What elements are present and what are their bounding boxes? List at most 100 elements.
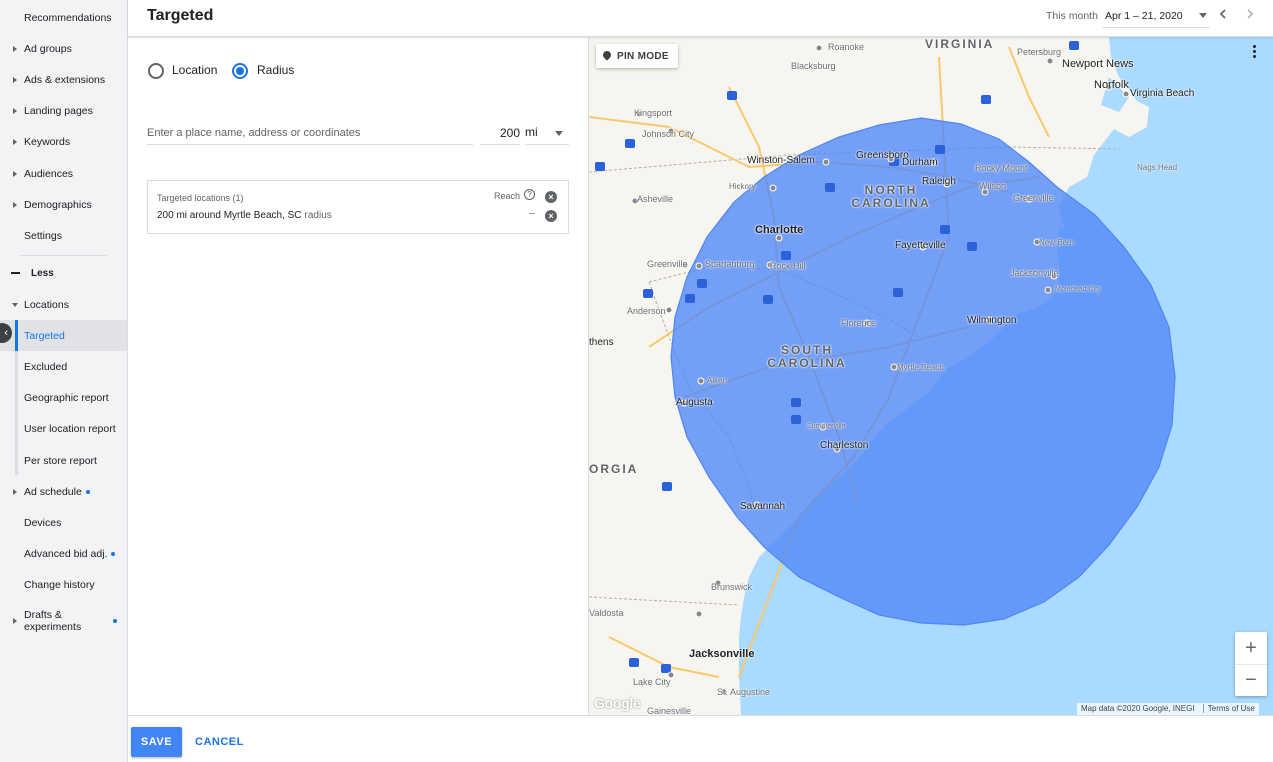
map-view[interactable]: VIRGINIA NORTH CAROLINA SOUTH CAROLINA O… bbox=[588, 37, 1273, 715]
date-range-picker[interactable]: Apr 1 – 21, 2020 bbox=[1105, 10, 1183, 22]
map-label-city: Winston-Salem bbox=[747, 155, 815, 166]
zoom-out-button[interactable]: − bbox=[1235, 664, 1267, 696]
sidebar-item-recommendations[interactable]: Recommendations bbox=[0, 2, 127, 33]
map-label-city: Greenville bbox=[647, 259, 688, 269]
map-label-city: Augusta bbox=[676, 397, 713, 408]
sidebar-item-label: Ads & extensions bbox=[24, 73, 106, 86]
chevron-right-icon bbox=[13, 618, 17, 624]
map-label-city: Greensboro bbox=[856, 150, 909, 161]
page-title: Targeted bbox=[147, 7, 214, 24]
sidebar-item-keywords[interactable]: Keywords bbox=[0, 126, 127, 157]
help-icon[interactable]: ? bbox=[524, 189, 535, 200]
place-search-input[interactable] bbox=[147, 121, 473, 145]
map-label-city: Rocky Mount bbox=[975, 163, 1028, 173]
notification-dot-icon bbox=[113, 619, 117, 623]
zoom-in-button[interactable]: + bbox=[1235, 632, 1267, 664]
sidebar-item-excluded[interactable]: Excluded bbox=[0, 351, 127, 382]
sidebar-item-label: Ad schedule bbox=[24, 485, 82, 498]
map-label-city: Norfolk bbox=[1094, 79, 1129, 91]
chevron-down-icon[interactable] bbox=[1199, 13, 1207, 18]
chevron-down-icon bbox=[12, 302, 18, 307]
map-label-city: Raleigh bbox=[922, 176, 956, 187]
sidebar-item-label: Excluded bbox=[24, 360, 68, 373]
radius-value-input[interactable] bbox=[480, 121, 520, 145]
sidebar-item-ad-groups[interactable]: Ad groups bbox=[0, 33, 127, 64]
sidebar-item-landing-pages[interactable]: Landing pages bbox=[0, 95, 127, 126]
cancel-button[interactable]: CANCEL bbox=[190, 727, 249, 757]
sidebar-item-audiences[interactable]: Audiences bbox=[0, 158, 127, 189]
map-label-city: Fayetteville bbox=[895, 240, 946, 251]
targeted-location-type: radius bbox=[304, 210, 332, 221]
sidebar-item-label: Targeted bbox=[24, 329, 65, 342]
map-label-state: ORGIA bbox=[589, 462, 639, 476]
sidebar-item-drafts-experiments[interactable]: Drafts & experiments bbox=[0, 605, 127, 637]
sidebar-item-user-location-report[interactable]: User location report bbox=[0, 413, 127, 444]
sidebar-item-label: Change history bbox=[24, 578, 95, 591]
sidebar-item-label: Drafts & bbox=[24, 609, 62, 621]
sidebar-item-label: Locations bbox=[24, 298, 69, 311]
chevron-down-icon bbox=[555, 131, 563, 136]
radius-unit-select[interactable]: mi bbox=[525, 121, 569, 145]
sidebar-item-devices[interactable]: Devices bbox=[0, 507, 127, 538]
sidebar-item-targeted[interactable]: Targeted bbox=[0, 320, 127, 351]
map-label-city: Gainesville bbox=[647, 706, 692, 715]
map-label-city: Newport News bbox=[1062, 58, 1134, 70]
sidebar-item-label: Landing pages bbox=[24, 104, 93, 117]
targeted-location-text: 200 mi around Myrtle Beach, SC bbox=[157, 210, 302, 221]
sidebar-item-change-history[interactable]: Change history bbox=[0, 569, 127, 600]
sidebar-item-demographics[interactable]: Demographics bbox=[0, 189, 127, 220]
terms-link[interactable]: Terms of Use bbox=[1202, 704, 1255, 713]
more-options-icon[interactable] bbox=[1253, 45, 1257, 60]
chevron-right-icon bbox=[1247, 9, 1254, 19]
sidebar-item-label: User location report bbox=[24, 422, 116, 435]
notification-dot-icon bbox=[111, 551, 116, 556]
app-root: Recommendations Ad groups Ads & extensio… bbox=[0, 0, 1273, 762]
map-label-city: Roanoke bbox=[828, 42, 865, 52]
map-label-state: NORTH CAROLINA bbox=[851, 183, 931, 210]
map-label-city: Lake City bbox=[633, 677, 671, 687]
sidebar-less-toggle[interactable]: Less bbox=[0, 262, 127, 284]
targeted-location-reach: – bbox=[529, 208, 535, 219]
sidebar-item-settings[interactable]: Settings bbox=[0, 220, 127, 251]
map-label-city: Valdosta bbox=[589, 608, 624, 618]
sidebar-item-locations[interactable]: Locations bbox=[0, 289, 127, 320]
clear-all-icon[interactable]: × bbox=[545, 191, 557, 203]
notification-dot-icon bbox=[85, 489, 90, 494]
radius-radio-label[interactable]: Radius bbox=[257, 63, 294, 77]
previous-period-button[interactable] bbox=[1217, 7, 1229, 24]
map-label-city: Virginia Beach bbox=[1130, 88, 1195, 99]
map-label-city: Florence bbox=[841, 318, 877, 328]
map-label-city: Durham bbox=[902, 157, 938, 168]
map-label-state: VIRGINIA bbox=[925, 37, 995, 51]
sidebar-item-label: Per store report bbox=[24, 454, 97, 467]
remove-location-icon[interactable]: × bbox=[545, 210, 557, 222]
sidebar-item-ad-schedule[interactable]: Ad schedule bbox=[0, 476, 127, 507]
map-attribution: Map data ©2020 Google, INEGI Terms of Us… bbox=[1077, 703, 1259, 715]
google-logo: Google bbox=[594, 695, 641, 711]
minus-icon bbox=[11, 272, 20, 274]
sidebar-item-ads-extensions[interactable]: Ads & extensions bbox=[0, 64, 127, 95]
chevron-left-icon: ‹ bbox=[4, 327, 8, 339]
chevron-right-icon bbox=[13, 45, 17, 52]
map-label-city: Summerville bbox=[807, 423, 846, 430]
pin-mode-button[interactable]: PIN MODE bbox=[596, 44, 678, 68]
radius-radio[interactable] bbox=[232, 63, 248, 79]
sidebar-item-geographic-report[interactable]: Geographic report bbox=[0, 382, 127, 413]
map-label-city: Charlotte bbox=[755, 224, 804, 236]
location-radio-label[interactable]: Location bbox=[172, 63, 217, 77]
location-radio[interactable] bbox=[148, 63, 164, 79]
targeted-locations-header: Targeted locations (1) bbox=[157, 193, 244, 203]
save-button[interactable]: SAVE bbox=[131, 727, 182, 757]
map-label-city: Hickory bbox=[729, 182, 756, 191]
sidebar-item-per-store-report[interactable]: Per store report bbox=[0, 445, 127, 476]
list-item: 200 mi around Myrtle Beach, SC radius bbox=[157, 210, 332, 221]
sidebar-item-advanced-bid-adj[interactable]: Advanced bid adj. bbox=[0, 538, 127, 569]
map-label-city: Anderson bbox=[627, 306, 666, 316]
map-label-city: Jacksonville bbox=[1010, 268, 1059, 278]
map-label-city: thens bbox=[589, 337, 614, 348]
next-period-button[interactable] bbox=[1244, 7, 1256, 24]
sidebar-item-label: Recommendations bbox=[24, 11, 112, 24]
sidebar-item-label: Geographic report bbox=[24, 391, 109, 404]
date-range-label: This month bbox=[1046, 10, 1098, 22]
date-range-underline bbox=[1102, 27, 1210, 28]
